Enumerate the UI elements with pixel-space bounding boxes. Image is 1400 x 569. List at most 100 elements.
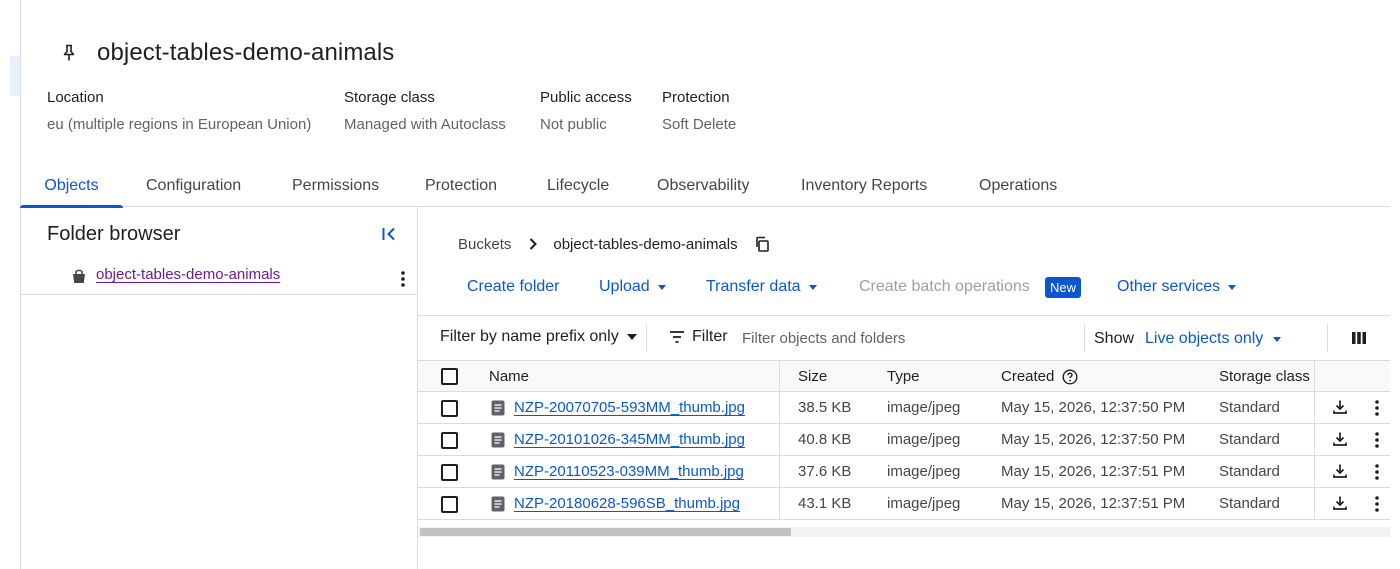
file-name-link[interactable]: NZP-20180628-596SB_thumb.jpg xyxy=(514,488,740,519)
row-checkbox[interactable] xyxy=(441,432,458,449)
show-objects-value: Live objects only xyxy=(1145,330,1264,347)
divider xyxy=(1327,324,1328,352)
divider xyxy=(1084,324,1085,352)
column-header-created[interactable]: Created xyxy=(1001,361,1078,392)
file-type: image/jpeg xyxy=(887,463,961,480)
file-name-link[interactable]: NZP-20070705-593MM_thumb.jpg xyxy=(514,392,745,423)
meta-label: Location xyxy=(47,89,104,106)
more-vert-icon[interactable] xyxy=(395,270,411,288)
other-services-button[interactable]: Other services xyxy=(1117,275,1237,299)
other-services-label: Other services xyxy=(1117,278,1221,295)
filter-mode-select[interactable]: Filter by name prefix only xyxy=(440,328,637,346)
pin-icon[interactable] xyxy=(58,42,80,64)
column-header-name[interactable]: Name xyxy=(489,361,529,392)
show-objects-select[interactable]: Live objects only xyxy=(1145,330,1282,348)
new-badge: New xyxy=(1045,277,1082,298)
column-header-storage-class[interactable]: Storage class xyxy=(1219,361,1314,392)
help-icon[interactable] xyxy=(1062,369,1078,385)
folder-tree-item[interactable]: object-tables-demo-animals xyxy=(20,261,418,295)
column-divider xyxy=(1314,392,1315,423)
create-batch-operations-button[interactable]: Create batch operations xyxy=(859,275,1030,299)
meta-label: Protection xyxy=(662,89,730,106)
meta-location: Location eu (multiple regions in Europea… xyxy=(47,89,311,133)
more-vert-icon[interactable] xyxy=(1370,431,1384,449)
column-display-icon[interactable] xyxy=(1351,330,1367,346)
more-vert-icon[interactable] xyxy=(1370,495,1384,513)
tab-inventory-reports[interactable]: Inventory Reports xyxy=(801,166,927,207)
download-icon[interactable] xyxy=(1332,431,1348,447)
filter-mode-label: Filter by name prefix only xyxy=(440,328,619,345)
column-divider xyxy=(779,392,780,423)
caret-down-icon xyxy=(657,284,666,290)
column-header-size[interactable]: Size xyxy=(798,361,827,392)
tab-protection[interactable]: Protection xyxy=(425,166,497,207)
tab-objects[interactable]: Objects xyxy=(20,166,123,208)
table-row: NZP-20070705-593MM_thumb.jpg 38.5 KB ima… xyxy=(418,392,1390,424)
divider xyxy=(646,324,647,352)
tab-bar: Objects Configuration Permissions Protec… xyxy=(20,166,1390,208)
table-row: NZP-20180628-596SB_thumb.jpg 43.1 KB ima… xyxy=(418,488,1390,520)
tab-permissions[interactable]: Permissions xyxy=(292,166,379,207)
upload-button[interactable]: Upload xyxy=(599,275,666,299)
file-name-link[interactable]: NZP-20101026-345MM_thumb.jpg xyxy=(514,424,745,455)
folder-browser-panel: Folder browser object-tables-demo-animal… xyxy=(20,207,418,569)
file-size: 43.1 KB xyxy=(798,495,852,512)
file-size: 37.6 KB xyxy=(798,463,852,480)
folder-tree-link[interactable]: object-tables-demo-animals xyxy=(96,266,280,283)
meta-value: eu (multiple regions in European Union) xyxy=(47,116,312,133)
file-created: May 15, 2026, 12:37:51 PM xyxy=(1001,463,1186,480)
more-vert-icon[interactable] xyxy=(1370,463,1384,481)
breadcrumb-buckets-link[interactable]: Buckets xyxy=(458,236,511,253)
tab-operations[interactable]: Operations xyxy=(979,166,1057,207)
meta-value: Managed with Autoclass xyxy=(344,116,506,133)
objects-table: Name Size Type Created Storage class NZP… xyxy=(418,360,1390,520)
file-type: image/jpeg xyxy=(887,495,961,512)
file-created: May 15, 2026, 12:37:50 PM xyxy=(1001,399,1186,416)
column-divider xyxy=(779,456,780,487)
file-storage-class: Standard xyxy=(1219,495,1280,512)
chevron-right-icon xyxy=(529,237,539,251)
more-vert-icon[interactable] xyxy=(1370,399,1384,417)
file-icon xyxy=(491,400,505,416)
show-label: Show xyxy=(1094,330,1135,347)
upload-label: Upload xyxy=(599,278,650,295)
file-created: May 15, 2026, 12:37:50 PM xyxy=(1001,431,1186,448)
bucket-icon xyxy=(73,269,85,283)
create-folder-button[interactable]: Create folder xyxy=(467,275,560,299)
download-icon[interactable] xyxy=(1332,399,1348,415)
tab-lifecycle[interactable]: Lifecycle xyxy=(547,166,609,207)
file-name-link[interactable]: NZP-20110523-039MM_thumb.jpg xyxy=(514,456,744,487)
copy-icon[interactable] xyxy=(754,235,772,253)
tab-configuration[interactable]: Configuration xyxy=(146,166,241,207)
row-checkbox[interactable] xyxy=(441,400,458,417)
filter-icon xyxy=(670,331,684,343)
meta-value: Soft Delete xyxy=(662,116,737,133)
filter-input[interactable] xyxy=(742,325,1072,351)
file-type: image/jpeg xyxy=(887,399,961,416)
create-folder-label: Create folder xyxy=(467,278,560,295)
caret-down-icon xyxy=(1273,336,1282,342)
filter-bar: Filter by name prefix only Filter Show L… xyxy=(418,316,1390,360)
column-divider xyxy=(779,424,780,455)
file-created: May 15, 2026, 12:37:51 PM xyxy=(1001,495,1186,512)
file-name[interactable]: NZP-20110523-039MM_thumb.jpg xyxy=(514,463,744,480)
meta-label: Storage class xyxy=(344,89,435,106)
file-type: image/jpeg xyxy=(887,431,961,448)
caret-down-icon xyxy=(1228,284,1237,290)
row-checkbox[interactable] xyxy=(441,464,458,481)
download-icon[interactable] xyxy=(1332,495,1348,511)
download-icon[interactable] xyxy=(1332,463,1348,479)
collapse-panel-icon[interactable] xyxy=(378,224,400,244)
create-batch-operations-label: Create batch operations xyxy=(859,278,1030,295)
file-name[interactable]: NZP-20180628-596SB_thumb.jpg xyxy=(514,495,740,512)
file-name[interactable]: NZP-20101026-345MM_thumb.jpg xyxy=(514,431,745,448)
transfer-data-button[interactable]: Transfer data xyxy=(706,275,817,299)
tab-observability[interactable]: Observability xyxy=(657,166,749,207)
column-divider xyxy=(1314,488,1315,519)
file-name[interactable]: NZP-20070705-593MM_thumb.jpg xyxy=(514,399,745,416)
horizontal-scrollbar-thumb[interactable] xyxy=(420,528,791,536)
column-header-type[interactable]: Type xyxy=(887,361,920,392)
row-checkbox[interactable] xyxy=(441,496,458,513)
select-all-checkbox[interactable] xyxy=(441,368,458,385)
meta-protection: Protection Soft Delete xyxy=(662,89,736,133)
